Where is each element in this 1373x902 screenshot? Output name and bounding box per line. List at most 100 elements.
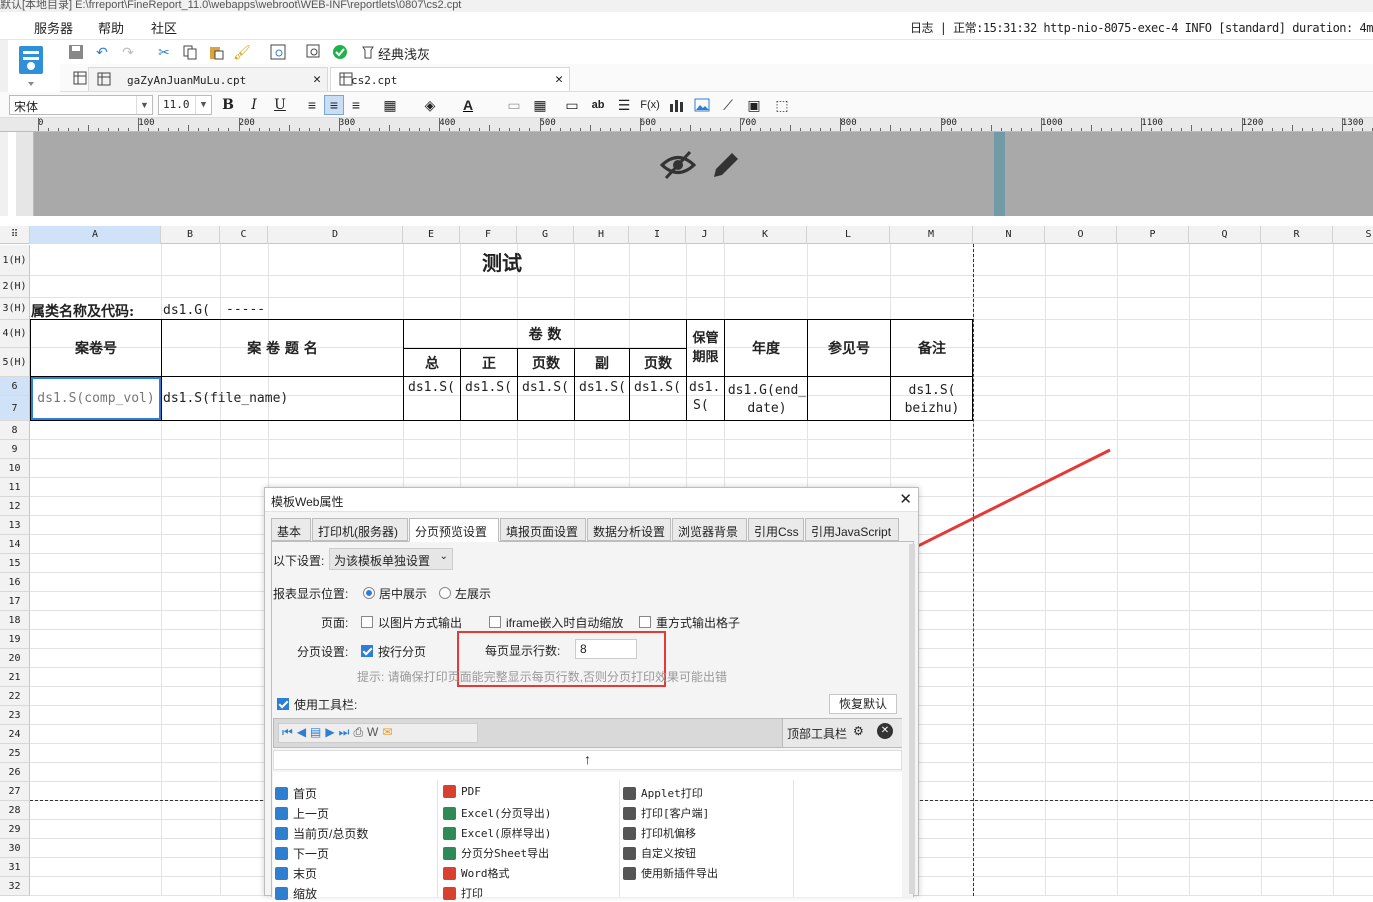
row-header-cell[interactable]: 8 [0, 421, 30, 440]
row-header-cell[interactable]: 1(H) [0, 245, 30, 276]
column-header-cell[interactable]: P [1117, 226, 1189, 244]
restore-default-button[interactable]: 恢复默认 [829, 694, 897, 714]
formula-icon[interactable]: F(x) [640, 95, 660, 115]
print-icon[interactable]: ⎙ [353, 725, 363, 741]
first-page-icon[interactable]: ⏮ [282, 725, 293, 741]
cell-j-line1[interactable]: ds1. [689, 377, 724, 397]
check-icon[interactable] [330, 42, 350, 62]
list-icon[interactable]: ☰ [614, 95, 634, 115]
row-header-cell[interactable]: 19 [0, 630, 30, 649]
textbox-icon[interactable]: ▭ [562, 95, 582, 115]
cut-icon[interactable]: ✂ [154, 42, 174, 62]
fill-color-icon[interactable]: ◈ [420, 95, 440, 115]
toolbar-option-item[interactable]: Excel(原样导出) [443, 825, 551, 841]
close-icon[interactable]: ✕ [313, 72, 321, 87]
by-row-checkbox[interactable] [361, 645, 373, 657]
email-icon[interactable]: ✉ [382, 725, 392, 741]
header-vol-title[interactable]: 案 卷 题 名 [162, 320, 403, 376]
pencil-icon[interactable] [710, 149, 742, 184]
dialog-tab[interactable]: 基本 [271, 518, 311, 541]
row-header-cell[interactable]: 3(H) [0, 298, 30, 320]
dialog-tab[interactable]: 填报页面设置 [500, 518, 586, 541]
header-divider[interactable] [994, 132, 1005, 216]
column-header-cell[interactable]: C [220, 226, 268, 244]
row-header-cell[interactable]: 23 [0, 706, 30, 725]
column-header-cell[interactable]: D [268, 226, 403, 244]
dashes[interactable]: ----- [226, 300, 270, 319]
row-header-cell[interactable]: 24 [0, 725, 30, 744]
image-icon[interactable] [692, 95, 712, 115]
row-header-cell[interactable]: 5(H) [0, 348, 30, 377]
italic-button[interactable]: I [244, 95, 264, 115]
toolbar-option-item[interactable]: Applet打印 [623, 785, 703, 801]
row-header-cell[interactable]: 27 [0, 782, 30, 801]
header-remark[interactable]: 备注 [891, 320, 973, 376]
slash-icon[interactable]: ⟋ [718, 95, 738, 115]
column-header-cell[interactable]: B [161, 226, 220, 244]
toolbar-option-item[interactable]: 下一页 [275, 845, 329, 862]
close-icon[interactable]: ✕ [899, 490, 912, 508]
page-count-icon[interactable]: ▤ [310, 725, 321, 741]
header-ref[interactable]: 参见号 [808, 320, 890, 376]
column-header-cell[interactable]: E [403, 226, 460, 244]
column-header-cell[interactable]: O [1045, 226, 1117, 244]
category-label[interactable]: 属类名称及代码: [31, 301, 161, 320]
dialog-tab[interactable]: 数据分析设置 [587, 518, 671, 541]
row-header-cell[interactable]: 13 [0, 516, 30, 535]
row-header-cell[interactable]: 9 [0, 440, 30, 459]
text-ab-icon[interactable]: ab [588, 95, 608, 115]
header-keep[interactable]: 保管期限 [687, 320, 724, 376]
row-header-cell[interactable]: 16 [0, 573, 30, 592]
toolbar-option-item[interactable]: 打印[客户端] [623, 805, 709, 821]
row-header-cell[interactable]: 30 [0, 839, 30, 858]
row-header-cell[interactable]: 17 [0, 592, 30, 611]
cell-i[interactable]: ds1.S( [630, 377, 686, 397]
header-total[interactable]: 总 [404, 349, 460, 376]
row-header-cell[interactable]: 29 [0, 820, 30, 839]
cell-j-line2[interactable]: S( [693, 395, 724, 415]
radio-center[interactable] [363, 587, 375, 599]
search-icon[interactable] [304, 42, 324, 62]
row-header-cell[interactable]: 4(H) [0, 320, 30, 348]
radio-left[interactable] [439, 587, 451, 599]
border-icon[interactable]: ▦ [380, 95, 400, 115]
underline-button[interactable]: U [270, 95, 290, 115]
table-icon[interactable]: ▦ [530, 95, 550, 115]
font-family-select[interactable]: 宋体 ▼ [9, 95, 153, 115]
row-header-cell[interactable]: 26 [0, 763, 30, 782]
theme-icon[interactable] [358, 42, 378, 62]
menu-community[interactable]: 社区 [151, 18, 177, 37]
row-header-cell[interactable]: 21 [0, 668, 30, 687]
toolbar-option-item[interactable]: 打印机偏移 [623, 825, 696, 841]
prev-page-icon[interactable]: ◀ [297, 725, 306, 741]
cell-m-line1[interactable]: ds1.S( [891, 381, 973, 399]
category-ds[interactable]: ds1.G( [163, 301, 221, 320]
align-left-icon[interactable]: ≡ [302, 95, 322, 115]
row-header-cell[interactable]: 31 [0, 858, 30, 877]
header-volumes[interactable]: 卷 数 [404, 320, 686, 348]
header-year[interactable]: 年度 [725, 320, 807, 376]
row-header-cell[interactable]: 20 [0, 649, 30, 668]
close-icon[interactable]: ✕ [555, 72, 563, 87]
row-header-cell[interactable]: 28 [0, 801, 30, 820]
column-header-cell[interactable]: R [1261, 226, 1333, 244]
toolbar-option-item[interactable]: Word格式 [443, 865, 510, 881]
row-header-cell[interactable]: 32 [0, 877, 30, 896]
toolbar-option-item[interactable]: 上一页 [275, 805, 329, 822]
cell-file-name[interactable]: ds1.S(file_name) [163, 377, 403, 420]
dialog-tab[interactable]: 引用JavaScript [805, 518, 899, 541]
copy-icon[interactable] [180, 42, 200, 62]
iframe-scale-checkbox[interactable] [489, 616, 501, 628]
toolbar-option-item[interactable]: 打印 [443, 885, 483, 901]
toolbar-option-item[interactable]: PDF [443, 785, 481, 798]
image-output-checkbox[interactable] [361, 616, 373, 628]
log-status[interactable]: 日志 | 正常:15:31:32 http-nio-8075-exec-4 IN… [910, 19, 1373, 36]
cell-e[interactable]: ds1.S( [404, 377, 460, 397]
dialog-tab[interactable]: 浏览器背景 [672, 518, 747, 541]
row-header-cell[interactable]: 11 [0, 478, 30, 497]
row-header-cell[interactable]: 22 [0, 687, 30, 706]
dialog-tab[interactable]: 分页预览设置 [409, 518, 499, 542]
select-all-icon[interactable]: ⠿ [0, 226, 30, 244]
column-header-cell[interactable]: A [30, 226, 161, 244]
merge-icon[interactable]: ▭ [504, 95, 524, 115]
